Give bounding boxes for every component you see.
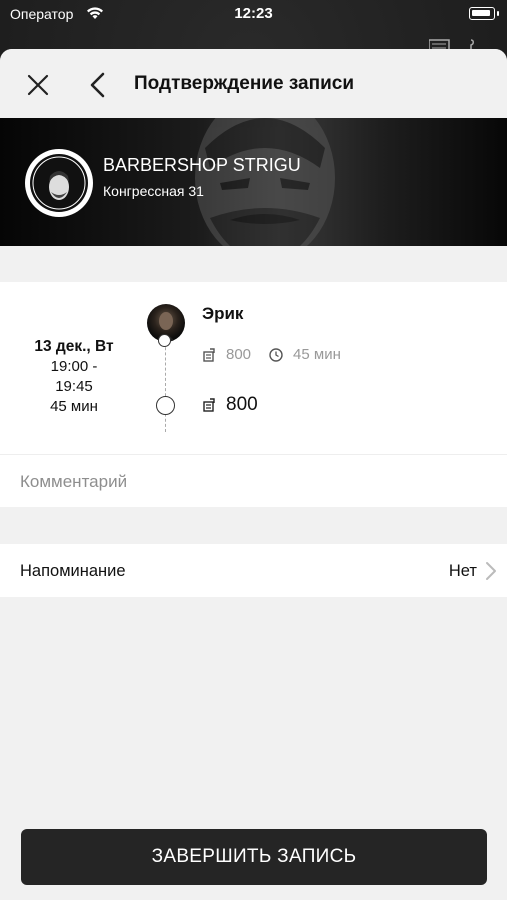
service-price: 800	[226, 346, 252, 363]
price-tag-icon	[203, 347, 215, 362]
reminder-row[interactable]: Напоминание Нет	[0, 544, 507, 597]
booking-summary: 13 дек., Вт 19:00 - 19:45 45 мин Эрик 80…	[0, 282, 507, 454]
booking-confirmation-sheet: Подтверждение записи BARBERSHOP STRIGU К…	[0, 49, 507, 900]
booking-time-end: 19:45	[55, 378, 93, 395]
booking-date: 13 дек., Вт	[34, 338, 114, 355]
section-spacer	[0, 246, 507, 282]
barber-face-illustration	[195, 118, 335, 246]
timeline-node	[158, 334, 171, 347]
status-bar: Оператор 12:23	[0, 0, 507, 30]
total-price: 800	[202, 394, 258, 416]
booking-duration: 45 мин	[50, 398, 98, 415]
timeline-line	[165, 337, 166, 432]
reminder-label: Напоминание	[20, 562, 126, 580]
chevron-left-icon[interactable]	[84, 69, 112, 101]
section-spacer	[0, 507, 507, 544]
service-duration: 45 мин	[293, 346, 341, 363]
total-price-value: 800	[226, 394, 258, 415]
clock-icon	[269, 347, 283, 362]
finish-booking-button[interactable]: ЗАВЕРШИТЬ ЗАПИСЬ	[21, 829, 487, 885]
price-tag-icon	[203, 398, 215, 412]
booking-time-start: 19:00 -	[50, 358, 98, 375]
reminder-value: Нет	[448, 562, 477, 580]
clock-time: 12:23	[234, 5, 273, 22]
comment-section	[0, 454, 507, 508]
comment-input[interactable]	[20, 455, 480, 508]
close-icon[interactable]	[22, 69, 54, 101]
battery-icon	[469, 7, 495, 20]
timeline-node-end	[156, 396, 175, 415]
battery-tip	[497, 11, 499, 16]
page-title: Подтверждение записи	[134, 73, 354, 94]
booking-date-time: 13 дек., Вт 19:00 - 19:45 45 мин	[20, 337, 128, 417]
service-meta: 800 45 мин	[202, 346, 341, 363]
master-name: Эрик	[202, 304, 244, 323]
logo-emblem	[30, 154, 88, 212]
sheet-header: Подтверждение записи	[0, 49, 507, 118]
shop-name: BARBERSHOP STRIGU	[103, 155, 301, 175]
shop-address: Конгрессная 31	[103, 183, 204, 199]
chevron-right-icon	[486, 562, 496, 580]
shop-banner: BARBERSHOP STRIGU Конгрессная 31	[0, 118, 507, 246]
shop-logo	[25, 149, 93, 217]
